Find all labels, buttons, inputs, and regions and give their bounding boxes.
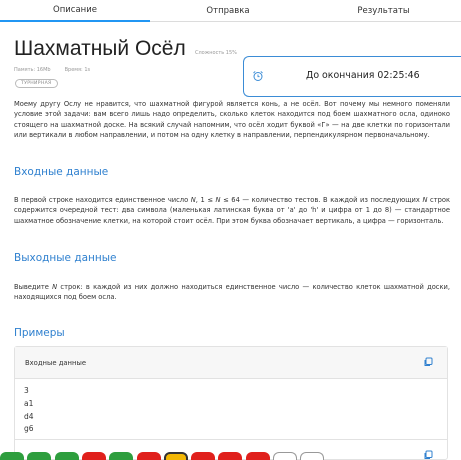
tournament-badge: ТУРНИРНАЯ — [15, 79, 58, 88]
tab-results[interactable]: Результаты — [306, 0, 461, 22]
example-line: a1 — [24, 398, 34, 408]
example-input-title: Входные данные — [25, 359, 86, 367]
output-description: Выведите N строк: в каждой из них должно… — [14, 283, 450, 302]
problem-status-chip[interactable] — [300, 452, 325, 460]
countdown-text: До окончания 02:25:46 — [306, 70, 420, 81]
example-line: d4 — [24, 411, 34, 421]
problem-status-chip[interactable] — [218, 452, 243, 460]
countdown-timer: До окончания 02:25:46 — [243, 56, 461, 97]
input-heading: Входные данные — [14, 166, 109, 178]
memory-limit: Память: 16Mb — [14, 67, 51, 73]
problem-status-chip[interactable] — [0, 452, 24, 460]
alarm-clock-icon — [253, 71, 263, 81]
tab-description[interactable]: Описание — [0, 0, 150, 22]
problem-statement: Моему другу Ослу не нравится, что шахмат… — [14, 100, 450, 139]
example-line: g6 — [24, 424, 34, 434]
examples-heading: Примеры — [14, 327, 65, 339]
problem-tabs: Описание Отправка Результаты — [0, 0, 461, 24]
example-divider — [15, 439, 447, 440]
output-heading: Выходные данные — [14, 252, 117, 264]
example-line: 3 — [24, 386, 29, 395]
copy-icon[interactable] — [423, 450, 433, 460]
problem-status-chip[interactable] — [245, 452, 270, 460]
problem-status-chip[interactable] — [191, 452, 216, 460]
time-limit: Время: 1s — [64, 67, 91, 73]
problem-status-chip[interactable] — [136, 452, 161, 460]
problem-status-chip[interactable] — [273, 452, 297, 460]
example-card: Входные данные 3 a1 d4 g6 — [14, 346, 448, 460]
problem-status-chip[interactable] — [109, 452, 134, 460]
problem-status-chip[interactable] — [27, 452, 52, 460]
problem-status-chip[interactable] — [81, 452, 106, 460]
problem-status-chip[interactable] — [54, 452, 79, 460]
example-input-header: Входные данные — [15, 347, 447, 379]
problem-status-chip[interactable] — [163, 452, 188, 460]
limits: Память: 16Mb Время: 1s — [14, 67, 90, 73]
page-title: Шахматный Осёл — [14, 37, 186, 60]
copy-icon[interactable] — [423, 357, 433, 367]
example-input-content: 3 a1 d4 g6 — [24, 385, 34, 436]
difficulty-label: Сложность 15% — [195, 50, 237, 56]
tab-submit[interactable]: Отправка — [150, 0, 306, 22]
input-description: В первой строке находится единственное ч… — [14, 196, 450, 225]
